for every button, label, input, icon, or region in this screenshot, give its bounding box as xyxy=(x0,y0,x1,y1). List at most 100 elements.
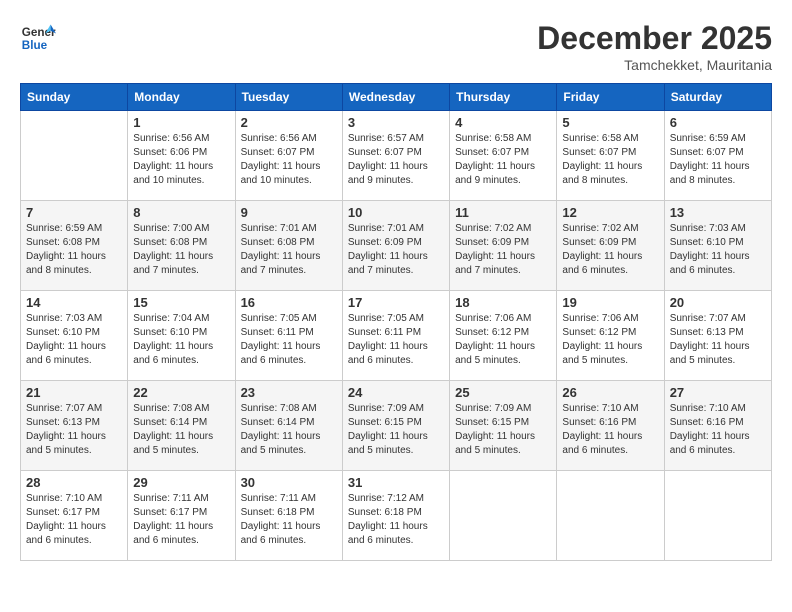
day-number: 8 xyxy=(133,205,229,220)
day-detail: Sunrise: 7:09 AM Sunset: 6:15 PM Dayligh… xyxy=(455,402,551,458)
day-detail: Sunrise: 6:56 AM Sunset: 6:06 PM Dayligh… xyxy=(133,132,229,188)
day-number: 4 xyxy=(455,115,551,130)
calendar-cell: 28 Sunrise: 7:10 AM Sunset: 6:17 PM Dayli… xyxy=(21,471,128,561)
day-number: 24 xyxy=(348,385,444,400)
day-number: 27 xyxy=(670,385,766,400)
logo: General Blue xyxy=(20,20,56,56)
day-detail: Sunrise: 7:01 AM Sunset: 6:09 PM Dayligh… xyxy=(348,222,444,278)
calendar-cell: 20 Sunrise: 7:07 AM Sunset: 6:13 PM Dayli… xyxy=(664,291,771,381)
day-detail: Sunrise: 7:00 AM Sunset: 6:08 PM Dayligh… xyxy=(133,222,229,278)
calendar-cell: 22 Sunrise: 7:08 AM Sunset: 6:14 PM Dayli… xyxy=(128,381,235,471)
day-detail: Sunrise: 7:01 AM Sunset: 6:08 PM Dayligh… xyxy=(241,222,337,278)
day-detail: Sunrise: 7:04 AM Sunset: 6:10 PM Dayligh… xyxy=(133,312,229,368)
calendar-week-3: 14Sunrise: 7:03 AM Sunset: 6:10 PM Dayli… xyxy=(21,291,772,381)
day-detail: Sunrise: 7:09 AM Sunset: 6:15 PM Dayligh… xyxy=(348,402,444,458)
calendar-cell: 1 Sunrise: 6:56 AM Sunset: 6:06 PM Daylig… xyxy=(128,111,235,201)
calendar-cell xyxy=(557,471,664,561)
day-detail: Sunrise: 7:10 AM Sunset: 6:16 PM Dayligh… xyxy=(562,402,658,458)
day-number: 21 xyxy=(26,385,122,400)
calendar-cell: 21 Sunrise: 7:07 AM Sunset: 6:13 PM Dayli… xyxy=(21,381,128,471)
day-detail: Sunrise: 6:56 AM Sunset: 6:07 PM Dayligh… xyxy=(241,132,337,188)
header-day-wednesday: Wednesday xyxy=(342,84,449,111)
calendar-cell: 25 Sunrise: 7:09 AM Sunset: 6:15 PM Dayli… xyxy=(450,381,557,471)
day-detail: Sunrise: 7:05 AM Sunset: 6:11 PM Dayligh… xyxy=(348,312,444,368)
calendar-header: SundayMondayTuesdayWednesdayThursdayFrid… xyxy=(21,84,772,111)
day-detail: Sunrise: 7:02 AM Sunset: 6:09 PM Dayligh… xyxy=(562,222,658,278)
day-number: 20 xyxy=(670,295,766,310)
calendar-cell: 12Sunrise: 7:02 AM Sunset: 6:09 PM Dayli… xyxy=(557,201,664,291)
day-detail: Sunrise: 7:05 AM Sunset: 6:11 PM Dayligh… xyxy=(241,312,337,368)
day-detail: Sunrise: 7:11 AM Sunset: 6:18 PM Dayligh… xyxy=(241,492,337,548)
day-number: 3 xyxy=(348,115,444,130)
calendar-cell: 17 Sunrise: 7:05 AM Sunset: 6:11 PM Dayli… xyxy=(342,291,449,381)
header-day-tuesday: Tuesday xyxy=(235,84,342,111)
calendar-cell: 10 Sunrise: 7:01 AM Sunset: 6:09 PM Dayli… xyxy=(342,201,449,291)
calendar-cell: 11 Sunrise: 7:02 AM Sunset: 6:09 PM Dayli… xyxy=(450,201,557,291)
calendar-cell: 2 Sunrise: 6:56 AM Sunset: 6:07 PM Daylig… xyxy=(235,111,342,201)
day-number: 11 xyxy=(455,205,551,220)
day-detail: Sunrise: 6:59 AM Sunset: 6:07 PM Dayligh… xyxy=(670,132,766,188)
calendar-body: 1 Sunrise: 6:56 AM Sunset: 6:06 PM Daylig… xyxy=(21,111,772,561)
day-detail: Sunrise: 7:11 AM Sunset: 6:17 PM Dayligh… xyxy=(133,492,229,548)
day-detail: Sunrise: 7:10 AM Sunset: 6:16 PM Dayligh… xyxy=(670,402,766,458)
location: Tamchekket, Mauritania xyxy=(537,57,772,73)
day-number: 13 xyxy=(670,205,766,220)
calendar-cell: 24 Sunrise: 7:09 AM Sunset: 6:15 PM Dayli… xyxy=(342,381,449,471)
day-detail: Sunrise: 7:07 AM Sunset: 6:13 PM Dayligh… xyxy=(26,402,122,458)
calendar-cell xyxy=(664,471,771,561)
month-title: December 2025 xyxy=(537,20,772,57)
day-number: 17 xyxy=(348,295,444,310)
logo-icon: General Blue xyxy=(20,20,56,56)
svg-text:Blue: Blue xyxy=(22,39,48,52)
calendar-week-1: 1 Sunrise: 6:56 AM Sunset: 6:06 PM Daylig… xyxy=(21,111,772,201)
header-day-thursday: Thursday xyxy=(450,84,557,111)
calendar-week-4: 21 Sunrise: 7:07 AM Sunset: 6:13 PM Dayli… xyxy=(21,381,772,471)
day-number: 15 xyxy=(133,295,229,310)
day-detail: Sunrise: 7:03 AM Sunset: 6:10 PM Dayligh… xyxy=(670,222,766,278)
calendar-week-2: 7Sunrise: 6:59 AM Sunset: 6:08 PM Daylig… xyxy=(21,201,772,291)
calendar-cell: 18Sunrise: 7:06 AM Sunset: 6:12 PM Dayli… xyxy=(450,291,557,381)
calendar-cell: 13 Sunrise: 7:03 AM Sunset: 6:10 PM Dayli… xyxy=(664,201,771,291)
day-detail: Sunrise: 7:02 AM Sunset: 6:09 PM Dayligh… xyxy=(455,222,551,278)
day-number: 31 xyxy=(348,475,444,490)
day-detail: Sunrise: 7:08 AM Sunset: 6:14 PM Dayligh… xyxy=(241,402,337,458)
day-number: 6 xyxy=(670,115,766,130)
calendar-cell: 30Sunrise: 7:11 AM Sunset: 6:18 PM Dayli… xyxy=(235,471,342,561)
calendar-week-5: 28 Sunrise: 7:10 AM Sunset: 6:17 PM Dayli… xyxy=(21,471,772,561)
day-number: 10 xyxy=(348,205,444,220)
day-number: 9 xyxy=(241,205,337,220)
day-number: 18 xyxy=(455,295,551,310)
calendar-cell: 31 Sunrise: 7:12 AM Sunset: 6:18 PM Dayli… xyxy=(342,471,449,561)
calendar-cell xyxy=(450,471,557,561)
calendar-cell: 8 Sunrise: 7:00 AM Sunset: 6:08 PM Daylig… xyxy=(128,201,235,291)
day-number: 25 xyxy=(455,385,551,400)
header-day-sunday: Sunday xyxy=(21,84,128,111)
header-day-monday: Monday xyxy=(128,84,235,111)
calendar-table: SundayMondayTuesdayWednesdayThursdayFrid… xyxy=(20,83,772,561)
day-detail: Sunrise: 7:08 AM Sunset: 6:14 PM Dayligh… xyxy=(133,402,229,458)
day-number: 23 xyxy=(241,385,337,400)
calendar-cell: 23 Sunrise: 7:08 AM Sunset: 6:14 PM Dayli… xyxy=(235,381,342,471)
day-detail: Sunrise: 7:07 AM Sunset: 6:13 PM Dayligh… xyxy=(670,312,766,368)
header-day-saturday: Saturday xyxy=(664,84,771,111)
day-detail: Sunrise: 7:10 AM Sunset: 6:17 PM Dayligh… xyxy=(26,492,122,548)
day-number: 1 xyxy=(133,115,229,130)
header-day-friday: Friday xyxy=(557,84,664,111)
day-detail: Sunrise: 6:58 AM Sunset: 6:07 PM Dayligh… xyxy=(562,132,658,188)
day-detail: Sunrise: 6:58 AM Sunset: 6:07 PM Dayligh… xyxy=(455,132,551,188)
calendar-cell: 9 Sunrise: 7:01 AM Sunset: 6:08 PM Daylig… xyxy=(235,201,342,291)
day-detail: Sunrise: 7:12 AM Sunset: 6:18 PM Dayligh… xyxy=(348,492,444,548)
calendar-cell: 14Sunrise: 7:03 AM Sunset: 6:10 PM Dayli… xyxy=(21,291,128,381)
calendar-cell: 15 Sunrise: 7:04 AM Sunset: 6:10 PM Dayli… xyxy=(128,291,235,381)
calendar-cell: 7Sunrise: 6:59 AM Sunset: 6:08 PM Daylig… xyxy=(21,201,128,291)
calendar-cell: 29 Sunrise: 7:11 AM Sunset: 6:17 PM Dayli… xyxy=(128,471,235,561)
day-number: 14 xyxy=(26,295,122,310)
day-number: 22 xyxy=(133,385,229,400)
day-number: 2 xyxy=(241,115,337,130)
day-number: 28 xyxy=(26,475,122,490)
calendar-cell xyxy=(21,111,128,201)
calendar-cell: 4 Sunrise: 6:58 AM Sunset: 6:07 PM Daylig… xyxy=(450,111,557,201)
day-number: 5 xyxy=(562,115,658,130)
calendar-cell: 6 Sunrise: 6:59 AM Sunset: 6:07 PM Daylig… xyxy=(664,111,771,201)
day-number: 29 xyxy=(133,475,229,490)
